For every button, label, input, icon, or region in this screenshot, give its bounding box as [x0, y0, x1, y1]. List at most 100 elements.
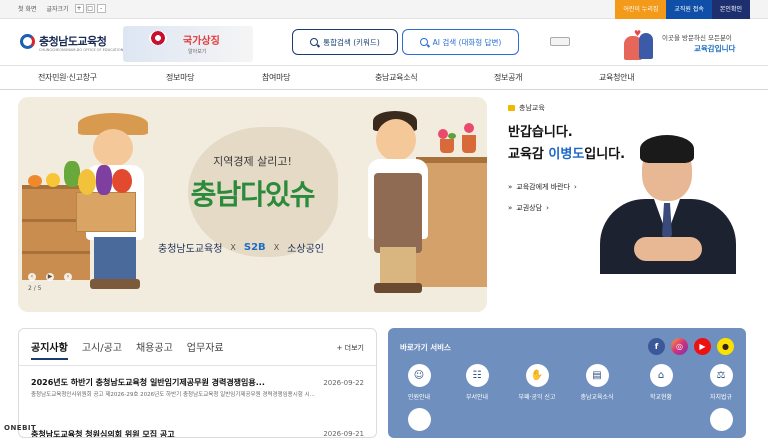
tab-notices[interactable]: 공지사항	[31, 339, 68, 360]
quick-item-schools[interactable]: ⌂ 학교현황	[638, 364, 684, 401]
staff-login-link[interactable]: 교직원 접속	[666, 0, 712, 19]
ai-search-button[interactable]: AI 검색 (대화형 답변)	[402, 29, 519, 55]
flower-illustration	[464, 123, 474, 133]
quick-item-label: 학교현황	[649, 394, 673, 401]
main-navigation: 전자민원·신고창구 정보마당 참여마당 충남교육소식 정보공개 교육청안내	[0, 65, 768, 90]
watermark: ONEBIT	[4, 424, 37, 432]
visual-subtitle: 지역경제 살리고!	[213, 155, 292, 168]
quick-item-label: 부패·공익 신고	[518, 394, 556, 401]
nav-item-news[interactable]: 충남교육소식	[375, 72, 418, 83]
news-icon: ▤	[585, 364, 609, 387]
farmer-shoes	[90, 279, 140, 289]
quick-item-label: 자치법규	[709, 394, 733, 401]
partner-separator: X	[273, 243, 280, 252]
search-icon	[310, 38, 319, 46]
report-icon: ✋	[525, 364, 549, 387]
superintendent-name: 이병도	[548, 147, 585, 162]
home-link[interactable]: 첫 화면	[18, 4, 36, 13]
utility-bar: 첫 화면 글자크기 + □ - 어린이 누리집 교직원 접속 본인확인	[0, 0, 768, 19]
play-slide-button[interactable]: ▶	[46, 273, 54, 281]
nav-item-participation[interactable]: 참여마당	[262, 72, 291, 83]
greeting-label: 충남교육	[508, 103, 545, 113]
partner-office: 충청남도교육청	[158, 244, 223, 255]
greeting-prefix: 교육감	[508, 147, 549, 162]
youtube-icon[interactable]: ▶	[694, 338, 711, 355]
notice-summary: 충청남도교육청인사위원회 공고 제2026-29호 2026년도 하반기 충청남…	[31, 392, 315, 398]
nav-item-civil[interactable]: 전자민원·신고창구	[38, 72, 97, 83]
zoom-out-button[interactable]: -	[96, 4, 106, 13]
visual-partners: 충청남도교육청 X S2B X 소상공인	[158, 240, 324, 255]
divider	[19, 365, 376, 366]
flowerpot-illustration	[440, 139, 454, 153]
ask-superintendent-label: 교육감에게 바란다	[516, 183, 571, 191]
logo-icon	[20, 33, 35, 49]
zoom-in-button[interactable]: +	[74, 4, 84, 13]
quick-item-icon	[709, 408, 733, 431]
verify-link[interactable]: 본인확인	[711, 0, 750, 19]
integrated-search-button[interactable]: 통합검색 (키워드)	[292, 29, 398, 55]
quick-item-regulations[interactable]: ⚖ 자치법규	[698, 364, 744, 401]
partner-merchants: 소상공인	[287, 244, 324, 255]
quick-item-partial[interactable]	[698, 408, 744, 431]
school-icon: ⌂	[649, 364, 673, 387]
quick-item-news[interactable]: ▤ 충남교육소식	[574, 364, 620, 401]
quick-item-departments[interactable]: ☷ 부서안내	[454, 364, 500, 401]
partner-s2b: S2B	[243, 242, 266, 253]
quick-item-civil[interactable]: ☺ 민원안내	[396, 364, 442, 401]
notice-title[interactable]: 충청남도교육청 청원심의회 위원 모집 공고	[31, 429, 175, 437]
nav-item-disclosure[interactable]: 정보공개	[494, 72, 523, 83]
farmer-legs	[94, 237, 136, 281]
main-visual-slider[interactable]: 지역경제 살리고! 충남다있슈 충청남도교육청 X S2B X 소상공인 ‹ ▶…	[18, 97, 487, 312]
badge-icon	[508, 105, 515, 111]
instagram-icon[interactable]: ◎	[671, 338, 688, 355]
logo-subtext: CHUNGCHEONGNAM-DO OFFICE OF EDUCATION	[39, 48, 124, 52]
nav-item-about[interactable]: 교육청안내	[599, 72, 635, 83]
photo-hair	[640, 135, 694, 163]
notice-board: 공지사항 고시/공고 채용공고 업무자료 + 더보기 2026년도 하반기 충청…	[18, 328, 377, 438]
keyboard-icon[interactable]	[550, 37, 570, 46]
social-links: f ◎ ▶ ●	[648, 338, 734, 355]
quick-item-icon	[407, 408, 431, 431]
notice-date: 2026-09-21	[323, 430, 364, 438]
quick-item-partial[interactable]	[396, 408, 442, 431]
page: 첫 화면 글자크기 + □ - 어린이 누리집 교직원 접속 본인확인 충청남도…	[0, 0, 768, 438]
flowerpot-illustration	[462, 135, 476, 153]
slogan-text: 이곳을 방문하신 모든분이	[662, 34, 732, 42]
national-symbol-banner[interactable]: 국가상징 알아보기	[123, 26, 253, 62]
superintendent-photo	[584, 133, 752, 274]
kid-site-link[interactable]: 어린이 누리집	[615, 0, 667, 19]
next-slide-button[interactable]: ›	[64, 273, 72, 281]
tab-recruitment[interactable]: 채용공고	[136, 339, 173, 360]
tab-announcements[interactable]: 고시/공고	[82, 339, 122, 360]
civil-service-icon: ☺	[407, 364, 431, 387]
chevron-right-icon: ›	[574, 183, 577, 191]
nav-item-info[interactable]: 정보마당	[166, 72, 195, 83]
quick-item-report[interactable]: ✋ 부패·공익 신고	[514, 364, 560, 401]
leaf-illustration	[448, 133, 456, 139]
slogan-banner: ♥ 이곳을 방문하신 모든분이 교육감입니다	[614, 27, 744, 63]
search-icon	[419, 38, 428, 46]
greeting-line1: 반갑습니다.	[508, 125, 573, 140]
merchant-shoes	[374, 283, 422, 293]
kakaotalk-icon[interactable]: ●	[717, 338, 734, 355]
site-logo[interactable]: 충청남도교육청 CHUNGCHEONGNAM-DO OFFICE OF EDUC…	[20, 33, 123, 52]
department-icon: ☷	[465, 364, 489, 387]
zoom-reset-button[interactable]: □	[85, 4, 95, 13]
ask-superintendent-link[interactable]: » 교육감에게 바란다 ›	[508, 182, 577, 192]
ai-search-label: AI 검색 (대화형 답변)	[432, 37, 502, 47]
teacher-rights-label: 교권상담	[516, 204, 543, 212]
quick-item-label: 부서안내	[465, 394, 489, 401]
font-size-label: 글자크기	[46, 6, 69, 13]
teacher-rights-link[interactable]: » 교권상담 ›	[508, 203, 549, 213]
double-chevron-icon: »	[508, 183, 513, 191]
slogan-highlight: 교육감입니다	[694, 44, 736, 53]
zoom-controls: + □ -	[74, 4, 106, 13]
prev-slide-button[interactable]: ‹	[28, 273, 36, 281]
flower-illustration	[438, 129, 448, 139]
more-link[interactable]: + 더보기	[337, 343, 364, 353]
quick-services: 바로가기 서비스 f ◎ ▶ ● ☺ 민원안내 ☷ 부서안내 ✋ 부패·공익 신…	[388, 328, 746, 438]
merchant-legs	[380, 247, 416, 285]
facebook-icon[interactable]: f	[648, 338, 665, 355]
notice-title[interactable]: 2026년도 하반기 충청남도교육청 일반임기제공무원 경력경쟁임용...	[31, 377, 265, 388]
tab-work-materials[interactable]: 업무자료	[187, 339, 224, 360]
